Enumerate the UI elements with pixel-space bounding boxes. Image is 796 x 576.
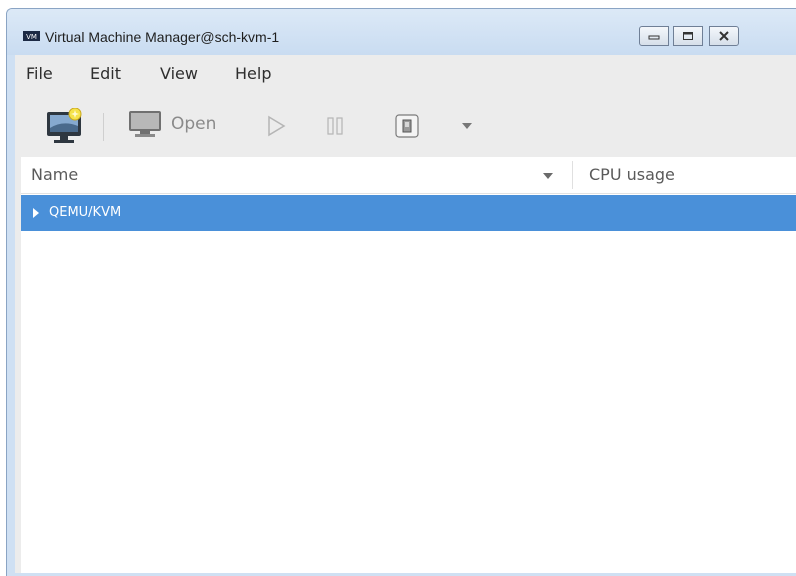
menu-help[interactable]: Help [235,64,271,83]
menu-bar: File Edit View Help [15,55,796,91]
pause-button[interactable] [325,116,345,136]
menu-edit[interactable]: Edit [90,64,121,83]
shutdown-button[interactable] [395,114,419,138]
connection-label: QEMU/KVM [49,205,122,220]
app-window: VM Virtual Machine Manager@sch-kvm-1 Fil… [6,8,796,576]
close-icon [719,31,729,41]
pause-icon [327,117,343,135]
open-button[interactable]: Open [127,108,216,140]
column-header-cpu-usage[interactable]: CPU usage [589,165,675,184]
window-client-area: File Edit View Help Open Name CPU usage … [15,55,796,576]
title-bar[interactable]: VM Virtual Machine Manager@sch-kvm-1 [7,9,796,55]
window-title: Virtual Machine Manager@sch-kvm-1 [45,29,280,45]
minimize-button[interactable] [639,26,669,46]
column-header-row: Name CPU usage [21,157,796,194]
new-vm-button[interactable] [45,108,85,144]
maximize-button[interactable] [673,26,703,46]
minimize-icon [648,35,660,40]
column-divider [572,161,573,189]
close-button[interactable] [709,26,739,46]
list-item[interactable]: QEMU/KVM [21,195,796,231]
vmm-app-icon: VM [23,31,40,41]
svg-text:VM: VM [26,33,37,41]
toolbar: Open [15,91,796,157]
monitor-icon [129,111,161,137]
new-vm-icon [47,108,82,143]
column-header-name[interactable]: Name [31,165,78,184]
sort-descending-icon [543,173,553,179]
menu-file[interactable]: File [26,64,53,83]
run-button[interactable] [265,115,287,137]
maximize-icon [683,32,693,40]
open-label: Open [171,114,217,134]
menu-view[interactable]: View [160,64,198,83]
vm-list: Name CPU usage QEMU/KVM [21,157,796,576]
play-icon [268,115,286,137]
shutdown-icon [395,114,419,138]
chevron-down-icon [462,123,472,129]
toolbar-separator [103,113,104,141]
expander-arrow-icon[interactable] [33,208,39,218]
shutdown-menu-button[interactable] [461,122,473,130]
